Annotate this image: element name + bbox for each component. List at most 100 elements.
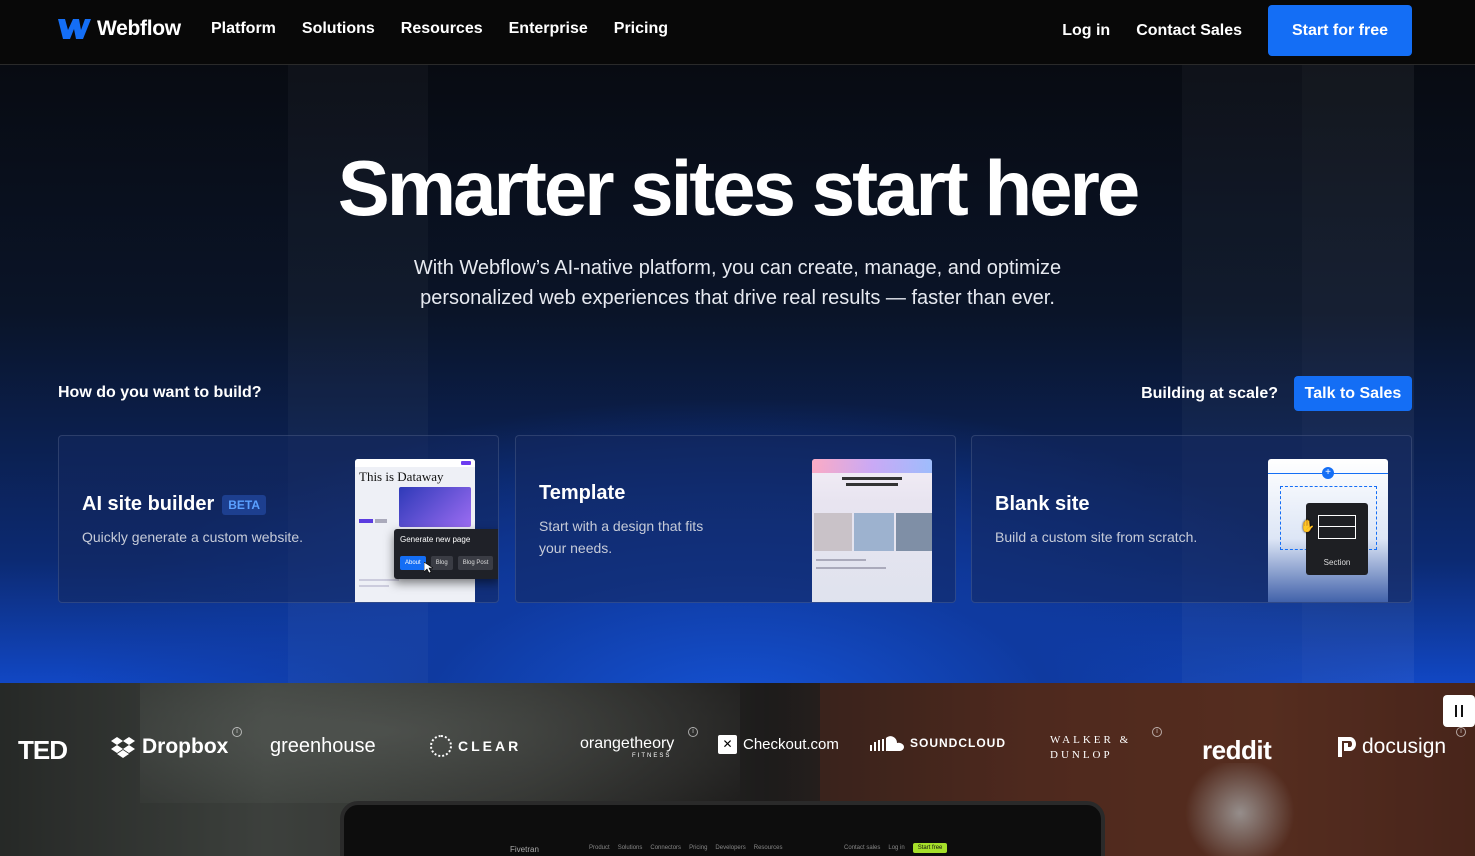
top-nav: Webflow Platform Solutions Resources Ent…	[0, 0, 1475, 65]
fivetran-nav: Product Solutions Connectors Pricing Dev…	[589, 845, 782, 851]
fivetran-nav-item: Solutions	[617, 845, 643, 851]
checkout-icon: ✕	[718, 735, 737, 754]
hero-subtitle: With Webflow’s AI-native platform, you c…	[380, 253, 1095, 313]
logo-text: Webflow	[97, 17, 181, 40]
pause-button[interactable]	[1443, 695, 1475, 727]
orangetheory-logo: orangetheory FITNESS	[580, 735, 674, 759]
card-title-text: AI site builder	[82, 493, 215, 515]
card-description: Start with a design that fits your needs…	[539, 515, 703, 559]
card-description-line-1: Start with a design that fits	[539, 518, 704, 534]
info-icon: i	[1456, 727, 1466, 737]
nav-pricing[interactable]: Pricing	[614, 20, 668, 38]
walker-dunlop-logo: WALKER & DUNLOP	[1050, 734, 1132, 761]
docusign-text: docusign	[1362, 735, 1447, 758]
hero-subtitle-line-1: With Webflow’s AI-native platform, you c…	[413, 257, 1062, 279]
generate-page-popup: Generate new page About Blog Blog Post	[394, 529, 498, 579]
fivetran-nav-item: Resources	[753, 845, 783, 851]
nav-enterprise[interactable]: Enterprise	[509, 20, 588, 38]
clear-text: CLEAR	[458, 738, 522, 754]
hero-section: Smarter sites start here With Webflow’s …	[0, 65, 1475, 683]
preview-image	[896, 513, 932, 551]
nav-platform[interactable]: Platform	[211, 20, 276, 38]
orangetheory-sub: FITNESS	[632, 753, 672, 759]
card-description: Build a custom site from scratch.	[995, 529, 1198, 545]
preview-image	[854, 513, 894, 551]
docusign-icon	[1338, 737, 1356, 757]
dropbox-logo: Dropbox	[110, 735, 228, 759]
customer-logo-strip: Fivetran Product Solutions Connectors Pr…	[0, 683, 1475, 856]
preview-accent	[359, 519, 373, 523]
video-laptop: Fivetran Product Solutions Connectors Pr…	[340, 801, 1105, 856]
chip-blog: Blog	[430, 556, 453, 570]
clear-icon	[430, 735, 452, 757]
preview-text-line	[359, 579, 399, 581]
card-title: Template	[539, 482, 626, 504]
scale-cta: Building at scale? Talk to Sales	[1141, 376, 1412, 411]
pause-icon	[1455, 705, 1463, 717]
build-question: How do you want to build?	[58, 384, 262, 401]
card-title: Blank site	[995, 493, 1090, 515]
nav-resources[interactable]: Resources	[401, 20, 483, 38]
dropbox-text: Dropbox	[142, 735, 229, 758]
nav-solutions[interactable]: Solutions	[302, 20, 375, 38]
hero-subtitle-line-2: personalized web experiences that drive …	[420, 287, 1055, 309]
talk-to-sales-button[interactable]: Talk to Sales	[1294, 376, 1412, 411]
fivetran-nav-item: Pricing	[689, 845, 708, 851]
preview-headline: This is Dataway	[359, 469, 444, 484]
blank-site-preview: + Section ✋	[1268, 459, 1388, 602]
preview-text-line	[816, 567, 886, 569]
info-icon: i	[1152, 727, 1162, 737]
contact-sales-link[interactable]: Contact Sales	[1136, 22, 1242, 40]
template-preview	[812, 459, 932, 602]
preview-topbar	[355, 459, 475, 467]
preview-topbar-button	[461, 461, 471, 465]
chip-about: About	[400, 556, 426, 570]
soundcloud-logo: SOUNDCLOUD	[870, 735, 1006, 751]
template-card[interactable]: Template Start with a design that fits y…	[515, 435, 956, 603]
start-for-free-button[interactable]: Start for free	[1268, 5, 1412, 56]
card-title: AI site builder BETA	[82, 493, 267, 516]
preview-laptop-image	[399, 487, 471, 527]
info-icon: i	[232, 727, 242, 737]
card-description-line-2: your needs.	[539, 540, 613, 556]
orangetheory-text: orangetheory	[580, 735, 675, 752]
section-label: Section	[1323, 558, 1351, 567]
grab-hand-icon: ✋	[1300, 519, 1315, 533]
preview-text-line	[846, 483, 898, 486]
checkout-logo: ✕ Checkout.com	[718, 735, 839, 754]
reddit-logo: reddit	[1202, 735, 1272, 765]
preview-text-line	[842, 477, 902, 480]
preview-accent	[375, 519, 387, 523]
fivetran-cta: Start free	[912, 843, 948, 853]
main-nav-links: Platform Solutions Resources Enterprise …	[211, 20, 694, 38]
preview-image	[814, 513, 852, 551]
checkout-text: Checkout.com	[743, 736, 839, 753]
fivetran-nav-item: Product	[589, 845, 610, 851]
soundcloud-icon	[870, 736, 904, 751]
ted-logo: TED	[18, 735, 68, 765]
popup-title: Generate new page	[400, 535, 471, 544]
section-box	[1318, 515, 1356, 539]
chip-blog-post: Blog Post	[457, 556, 494, 570]
fivetran-logo: Fivetran	[510, 845, 539, 854]
add-plus-icon: +	[1322, 467, 1334, 479]
webflow-logo[interactable]: Webflow	[58, 17, 181, 41]
fivetran-nav-right: Contact sales Log in Start free	[844, 843, 948, 853]
preview-text-line	[359, 585, 389, 587]
nav-right: Log in Contact Sales Start for free	[1062, 5, 1412, 56]
popup-chips: About Blog Blog Post	[400, 556, 494, 570]
blank-site-card[interactable]: Blank site Build a custom site from scra…	[971, 435, 1412, 603]
ai-site-builder-card[interactable]: AI site builder BETA Quickly generate a c…	[58, 435, 499, 603]
dropbox-icon	[111, 737, 135, 758]
greenhouse-logo: greenhouse	[270, 735, 376, 757]
webflow-logo-icon	[58, 19, 91, 39]
login-link[interactable]: Log in	[1062, 22, 1110, 40]
scale-text: Building at scale?	[1141, 384, 1278, 402]
cursor-arrow-icon	[424, 562, 433, 574]
hero-title: Smarter sites start here	[337, 144, 1140, 232]
preview-text-line	[816, 559, 866, 561]
docusign-logo: docusign	[1338, 735, 1446, 759]
beta-badge: BETA	[222, 494, 267, 515]
preview-gradient-header	[812, 459, 932, 473]
soundcloud-text: SOUNDCLOUD	[910, 736, 1006, 750]
